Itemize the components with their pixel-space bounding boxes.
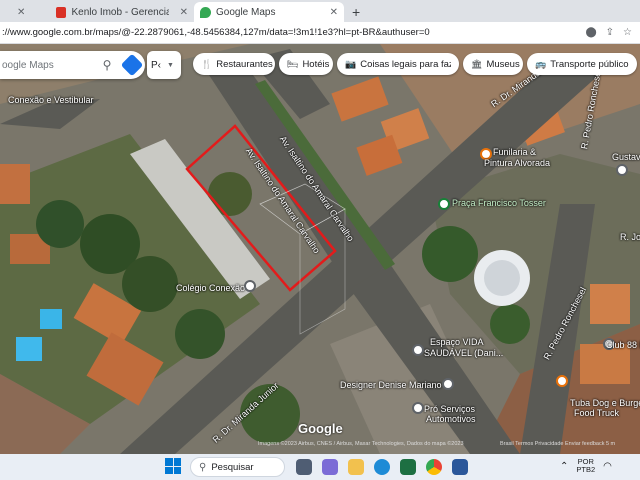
browser-tab-bar: ✕ Kenlo Imob - Gerenciamento Ad ✕ Google… (0, 0, 640, 22)
category-chips: 🍴 Restaurantes 🛏 Hotéis 📷 Coisas legais … (193, 53, 637, 75)
map-label-conexao-vestibular[interactable]: Conexão e Vestibular (8, 95, 94, 105)
map-label-jo[interactable]: R. Jo (620, 232, 640, 242)
search-icon[interactable]: ⚲ (95, 58, 119, 72)
system-tray: ⌃ POR PTB2 ◠ (560, 458, 612, 474)
chip-label: Museus (486, 58, 520, 70)
google-maps-favicon-icon (200, 6, 211, 18)
pro-servicos-poi-icon[interactable] (412, 402, 424, 414)
file-explorer-icon[interactable] (348, 459, 364, 475)
chevron-down-icon: ▼ (167, 61, 174, 69)
taskbar-search-label: Pesquisar (211, 461, 254, 473)
address-bar[interactable]: ://www.google.com.br/maps/@-22.2879061,-… (0, 22, 640, 44)
windows-start-icon[interactable] (165, 458, 181, 474)
windows-taskbar (0, 454, 640, 480)
search-input[interactable]: oogle Maps (2, 60, 95, 71)
tab-title: Kenlo Imob - Gerenciamento Ad (71, 6, 168, 18)
chip-restaurantes[interactable]: 🍴 Restaurantes (193, 53, 275, 75)
map-label-food-truck[interactable]: Food Truck (574, 408, 619, 418)
chrome-icon[interactable] (426, 459, 442, 475)
language-selector[interactable]: P‹ ▼ (147, 51, 181, 79)
chip-hoteis[interactable]: 🛏 Hotéis (279, 53, 333, 75)
map-label-designer[interactable]: Designer Denise Mariano (340, 380, 442, 390)
close-icon[interactable]: ✕ (330, 7, 338, 18)
espaco-poi-icon[interactable] (412, 344, 424, 356)
word-icon[interactable] (452, 459, 468, 475)
browser-tab[interactable]: ✕ (0, 2, 50, 22)
close-icon[interactable]: ✕ (17, 7, 25, 18)
map-label-colegio-conexao[interactable]: Colégio Conexão (176, 283, 245, 293)
bed-icon: 🛏 (287, 58, 299, 69)
map-label-funilaria[interactable]: Funilaria & (493, 147, 536, 157)
tuba-dog-poi-icon[interactable] (556, 375, 568, 387)
language-selector-value: P‹ (151, 59, 161, 71)
map-footer-links[interactable]: Brasil Termos Privacidade Enviar feedbac… (500, 441, 615, 447)
praca-poi-icon[interactable] (438, 198, 450, 210)
map-label-club-88[interactable]: Club 88 Ba (606, 340, 640, 350)
chip-label: Hotéis (302, 58, 330, 70)
url-text[interactable]: ://www.google.com.br/maps/@-22.2879061,-… (0, 27, 585, 38)
edge-icon[interactable] (374, 459, 390, 475)
map-label-pro-servicos[interactable]: Pró Serviços (424, 404, 475, 414)
bookmark-star-icon[interactable]: ☆ (623, 27, 632, 38)
map-label-saudavel[interactable]: SAUDÁVEL (Dani... (424, 348, 503, 358)
wifi-icon[interactable]: ◠ (603, 461, 612, 472)
tab-title: Google Maps (216, 6, 276, 18)
excel-icon[interactable] (400, 459, 416, 475)
map-label-automotivos[interactable]: Automotivos (426, 414, 476, 424)
chip-label: Coisas legais para fazer (360, 58, 451, 70)
task-view-icon[interactable] (296, 459, 312, 475)
maps-search-box[interactable]: oogle Maps ⚲ (0, 51, 145, 79)
chip-museus[interactable]: 🏛 Museus (463, 53, 523, 75)
taskbar-search[interactable]: ⚲ Pesquisar (190, 457, 285, 477)
share-icon[interactable]: ⇪ (606, 27, 614, 38)
fork-knife-icon: 🍴 (201, 58, 213, 69)
map-copyright: Imagens ©2023 Airbus, CNES / Airbus, Max… (258, 441, 464, 447)
map-label-funilaria-2[interactable]: Pintura Alvorada (484, 158, 550, 168)
map-label-tuba-dog[interactable]: Tuba Dog e Burger (570, 398, 640, 408)
camera-icon: 📷 (345, 58, 357, 69)
chip-label: Transporte público (550, 58, 629, 70)
directions-icon (120, 53, 144, 77)
chip-label: Restaurantes (216, 58, 273, 70)
map-label-espaco-vida[interactable]: Espaço VIDA (430, 337, 484, 347)
browser-tab-google-maps[interactable]: Google Maps ✕ (194, 2, 344, 22)
location-icon[interactable]: ⬤ (585, 27, 596, 38)
chat-icon[interactable] (322, 459, 338, 475)
search-icon: ⚲ (199, 461, 207, 473)
designer-poi-icon[interactable] (442, 378, 454, 390)
museum-icon: 🏛 (471, 58, 483, 69)
browser-tab-kenlo[interactable]: Kenlo Imob - Gerenciamento Ad ✕ (50, 2, 194, 22)
directions-button[interactable] (119, 53, 145, 77)
chip-transporte-publico[interactable]: 🚌 Transporte público (527, 53, 637, 75)
new-tab-button[interactable]: + (344, 2, 368, 22)
language-line-2: PTB2 (576, 465, 596, 474)
map-label-praca-francisco-tosser[interactable]: Praça Francisco Tosser (452, 198, 546, 208)
chip-coisas-legais[interactable]: 📷 Coisas legais para fazer (337, 53, 459, 75)
close-icon[interactable]: ✕ (180, 7, 188, 18)
map-label-gustavo[interactable]: Gustavo (612, 152, 640, 162)
google-logo: Google (298, 421, 343, 436)
kenlo-favicon-icon (56, 6, 67, 18)
language-indicator[interactable]: POR PTB2 (576, 458, 595, 474)
chevron-up-icon[interactable]: ⌃ (560, 461, 568, 472)
gustavo-poi-icon[interactable] (616, 164, 628, 176)
bus-icon: 🚌 (535, 58, 547, 69)
satellite-map[interactable]: Conexão e Vestibular Av. Isaltino do Ama… (0, 44, 640, 454)
colegio-poi-icon[interactable] (244, 280, 256, 292)
